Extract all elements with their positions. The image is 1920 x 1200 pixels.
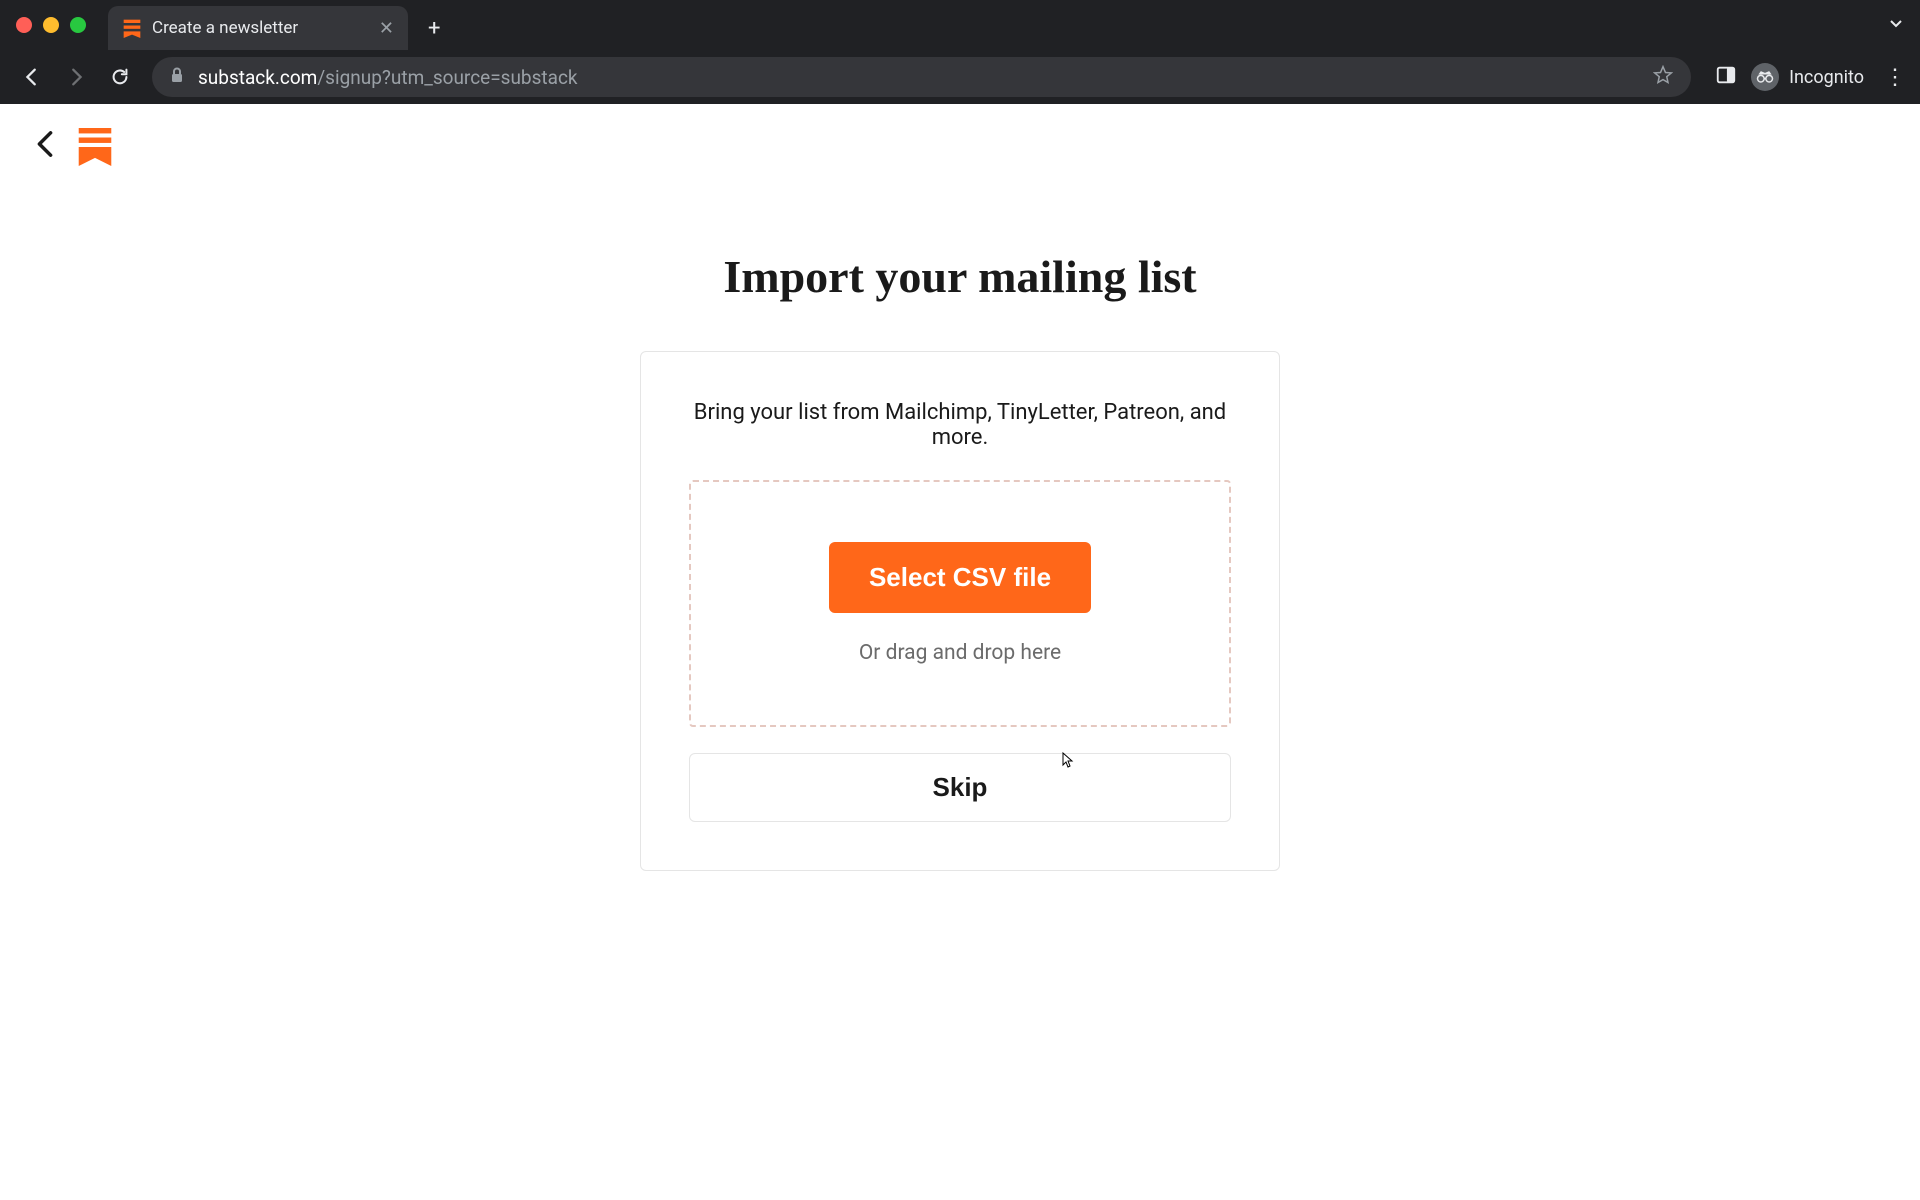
- tab-favicon-icon: [122, 18, 142, 38]
- back-button[interactable]: [14, 59, 50, 95]
- tab-list-chevron-icon[interactable]: [1888, 15, 1904, 36]
- forward-button[interactable]: [58, 59, 94, 95]
- reload-button[interactable]: [102, 59, 138, 95]
- browser-chrome: Create a newsletter ✕ + substack.com/sig…: [0, 0, 1920, 104]
- address-bar-row: substack.com/signup?utm_source=substack …: [0, 50, 1920, 104]
- new-tab-button[interactable]: +: [428, 16, 440, 41]
- csv-dropzone[interactable]: Select CSV file Or drag and drop here: [689, 480, 1231, 727]
- browser-tab[interactable]: Create a newsletter ✕: [108, 6, 408, 50]
- bookmark-star-icon[interactable]: [1653, 65, 1673, 90]
- maximize-window-button[interactable]: [70, 17, 86, 33]
- profile-badge[interactable]: Incognito: [1751, 63, 1864, 91]
- lock-icon: [170, 67, 184, 87]
- url-path: /signup?utm_source=substack: [317, 66, 577, 89]
- import-card: Bring your list from Mailchimp, TinyLett…: [640, 351, 1280, 871]
- import-description: Bring your list from Mailchimp, TinyLett…: [689, 400, 1231, 450]
- substack-logo-icon[interactable]: [78, 128, 112, 166]
- incognito-icon: [1751, 63, 1779, 91]
- page-back-button[interactable]: [36, 130, 54, 165]
- url-text: substack.com/signup?utm_source=substack: [198, 66, 578, 89]
- main-content: Import your mailing list Bring your list…: [640, 250, 1280, 871]
- toolbar-right: Incognito ⋮: [1715, 63, 1906, 91]
- select-csv-button[interactable]: Select CSV file: [829, 542, 1091, 613]
- window-controls-row: Create a newsletter ✕ +: [0, 0, 1920, 50]
- tab-title: Create a newsletter: [152, 18, 367, 38]
- close-window-button[interactable]: [16, 17, 32, 33]
- profile-label: Incognito: [1789, 67, 1864, 88]
- tab-close-icon[interactable]: ✕: [379, 18, 394, 39]
- traffic-lights: [16, 17, 86, 33]
- kebab-menu-icon[interactable]: ⋮: [1884, 65, 1906, 90]
- page-title: Import your mailing list: [640, 250, 1280, 303]
- url-host: substack.com: [198, 66, 317, 89]
- address-bar[interactable]: substack.com/signup?utm_source=substack: [152, 57, 1691, 97]
- drop-hint: Or drag and drop here: [711, 641, 1209, 665]
- skip-button[interactable]: Skip: [689, 753, 1231, 822]
- minimize-window-button[interactable]: [43, 17, 59, 33]
- side-panel-icon[interactable]: [1715, 64, 1737, 90]
- page-header: [0, 104, 1920, 190]
